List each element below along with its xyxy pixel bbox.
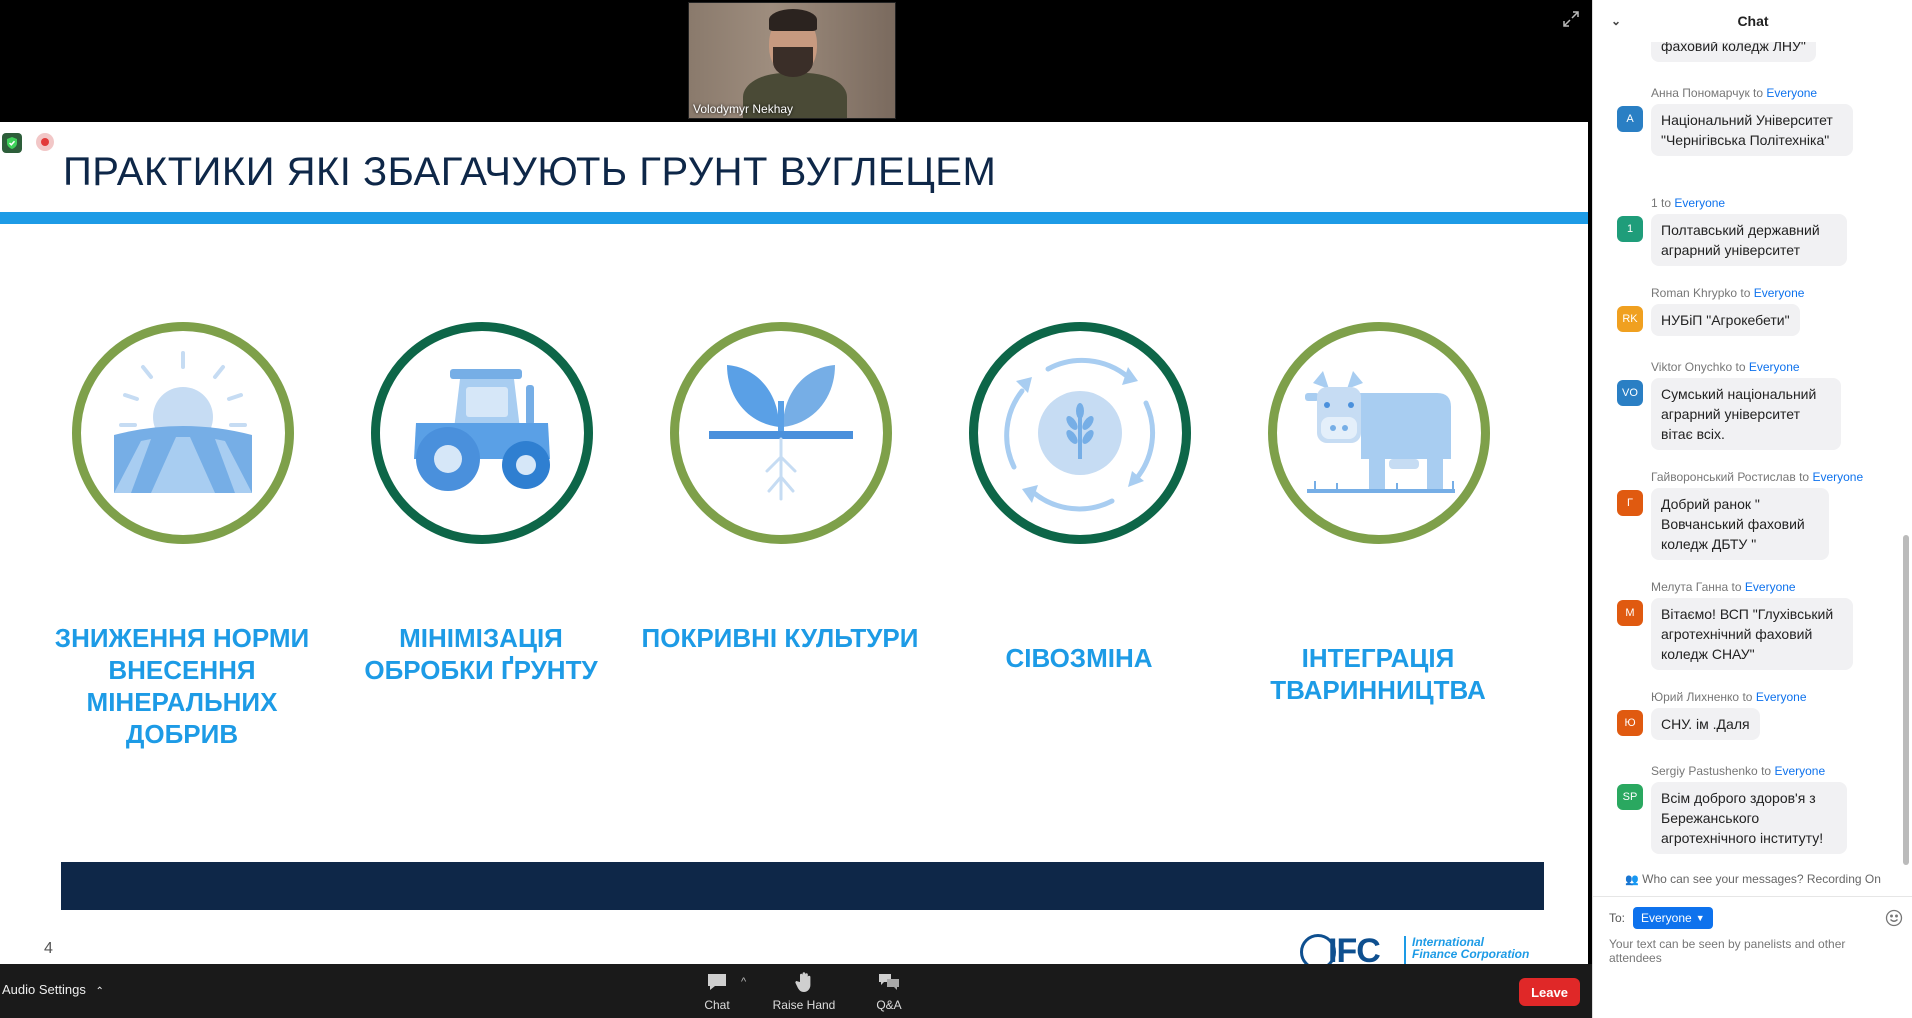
chat-button[interactable]: Chat — [672, 970, 762, 1012]
message-sender: Юрий Лихненко to Everyone — [1651, 690, 1807, 704]
chevron-up-icon[interactable]: ⌃ — [95, 986, 103, 997]
presentation-slide: ПРАКТИКИ ЯКІ ЗБАГАЧУЮТЬ ГРУНТ ВУГЛЕЦЕМ З… — [0, 122, 1588, 964]
slide-title: ПРАКТИКИ ЯКІ ЗБАГАЧУЮТЬ ГРУНТ ВУГЛЕЦЕМ — [63, 150, 997, 194]
message-sender: Гайворонський Ростислав to Everyone — [1651, 470, 1864, 484]
message-text: НУБіП "Агрокебети" — [1651, 304, 1800, 336]
crop-rotation-icon — [1004, 357, 1156, 512]
chat-scrollbar[interactable] — [1903, 535, 1909, 865]
message-text: Всім доброго здоров'я з Бережанського аг… — [1651, 782, 1847, 854]
message-text: СНУ. ім .Даля — [1651, 708, 1760, 740]
chat-bubble-icon — [708, 974, 726, 990]
to-label: To: — [1609, 911, 1626, 925]
hand-icon — [795, 972, 811, 992]
avatar[interactable]: Г — [1617, 490, 1643, 516]
recording-indicator-icon — [36, 133, 54, 151]
message-text: Добрий ранок " Вовчанський фаховий колед… — [1651, 488, 1829, 560]
practice-ring — [72, 322, 294, 544]
message-text: Національний Університет "Чернігівська П… — [1651, 104, 1853, 156]
avatar[interactable]: VO — [1617, 380, 1643, 406]
avatar[interactable]: А — [1617, 106, 1643, 132]
chevron-down-icon: ▼ — [1695, 913, 1705, 923]
expand-icon[interactable] — [1562, 10, 1580, 28]
leave-button[interactable]: Leave — [1519, 978, 1580, 1006]
message-sender: 1 to Everyone — [1651, 196, 1726, 210]
raise-hand-button[interactable]: Raise Hand — [759, 970, 849, 1012]
emoji-icon[interactable] — [1885, 909, 1903, 927]
qa-button[interactable]: Q&A — [844, 970, 934, 1012]
message-text: фаховий коледж ЛНУ" — [1651, 42, 1816, 62]
ifc-logo: IFC International Finance Corporation — [1300, 934, 1540, 964]
sprout-icon — [709, 365, 853, 501]
message-sender: Мелута Ганна to Everyone — [1651, 580, 1796, 594]
video-person-hair — [769, 9, 817, 31]
chat-title: Chat — [1737, 13, 1769, 29]
message-text: Вітаємо! ВСП "Глухівський агротехнічний … — [1651, 598, 1853, 670]
practice-label: ЗНИЖЕННЯ НОРМИ ВНЕСЕННЯ МІНЕРАЛЬНИХ ДОБР… — [54, 623, 310, 749]
practice-ring — [969, 322, 1191, 544]
chat-message-list[interactable]: фаховий коледж ЛНУ" Анна Пономарчук to E… — [1593, 42, 1912, 870]
practice-label: ІНТЕГРАЦІЯ ТВАРИННИЦТВА — [1270, 643, 1486, 705]
chat-panel: ⌄ Chat фаховий коледж ЛНУ" Анна Пономарч… — [1592, 0, 1912, 1018]
chat-header: ⌄ Chat — [1593, 0, 1912, 42]
avatar[interactable]: Ю — [1617, 710, 1643, 736]
sun-field-icon — [114, 351, 252, 493]
chevron-down-icon[interactable]: ⌄ — [1611, 14, 1621, 28]
practice-label: ПОКРИВНІ КУЛЬТУРИ — [641, 623, 919, 653]
practice-ring — [670, 322, 892, 544]
tractor-icon — [414, 369, 550, 491]
speaker-name: Volodymyr Nekhay — [693, 102, 794, 116]
avatar[interactable]: RK — [1617, 306, 1643, 332]
speaker-video-tile[interactable]: Volodymyr Nekhay — [688, 2, 896, 119]
message-visibility-note[interactable]: 👥 Who can see your messages? Recording O… — [1593, 872, 1912, 886]
slide-footer-bar — [61, 862, 1544, 910]
message-sender: Roman Khrypko to Everyone — [1651, 286, 1805, 300]
chat-message-input[interactable] — [1609, 937, 1899, 997]
message-sender: Анна Пономарчук to Everyone — [1651, 86, 1818, 100]
video-person-beard — [773, 47, 813, 77]
practice-ring — [1268, 322, 1490, 544]
chevron-up-icon[interactable]: ^ — [741, 976, 746, 988]
meeting-toolbar: Audio Settings ⌃ Chat ^ Raise Hand Q&A L… — [0, 964, 1592, 1018]
avatar[interactable]: М — [1617, 600, 1643, 626]
avatar[interactable]: SP — [1617, 784, 1643, 810]
practice-ring — [371, 322, 593, 544]
chat-composer: To: Everyone ▼ — [1593, 896, 1912, 1018]
shield-icon[interactable] — [2, 133, 22, 153]
message-sender: Sergiy Pastushenko to Everyone — [1651, 764, 1826, 778]
practice-label: МІНІМІЗАЦІЯ ОБРОБКИ ҐРУНТУ — [364, 623, 598, 685]
message-text: Сумський національний аграрний університ… — [1651, 378, 1841, 450]
recipient-select[interactable]: Everyone ▼ — [1633, 907, 1713, 929]
zoom-webinar-window: Volodymyr Nekhay ПРАКТИКИ ЯКІ ЗБАГАЧУЮТЬ… — [0, 0, 1912, 1018]
title-underline-bar — [0, 212, 1588, 224]
avatar[interactable]: 1 — [1617, 216, 1643, 242]
practice-label: СІВОЗМІНА — [1005, 643, 1153, 673]
message-sender: Viktor Onychko to Everyone — [1651, 360, 1800, 374]
qa-icon — [879, 974, 899, 990]
cow-icon — [1305, 371, 1455, 493]
main-stage: Volodymyr Nekhay ПРАКТИКИ ЯКІ ЗБАГАЧУЮТЬ… — [0, 0, 1592, 964]
message-text: Полтавський державний аграрний університ… — [1651, 214, 1847, 266]
slide-number: 4 — [44, 940, 53, 957]
audio-settings-button[interactable]: Audio Settings ⌃ — [2, 982, 104, 997]
people-icon: 👥 — [1625, 874, 1639, 886]
